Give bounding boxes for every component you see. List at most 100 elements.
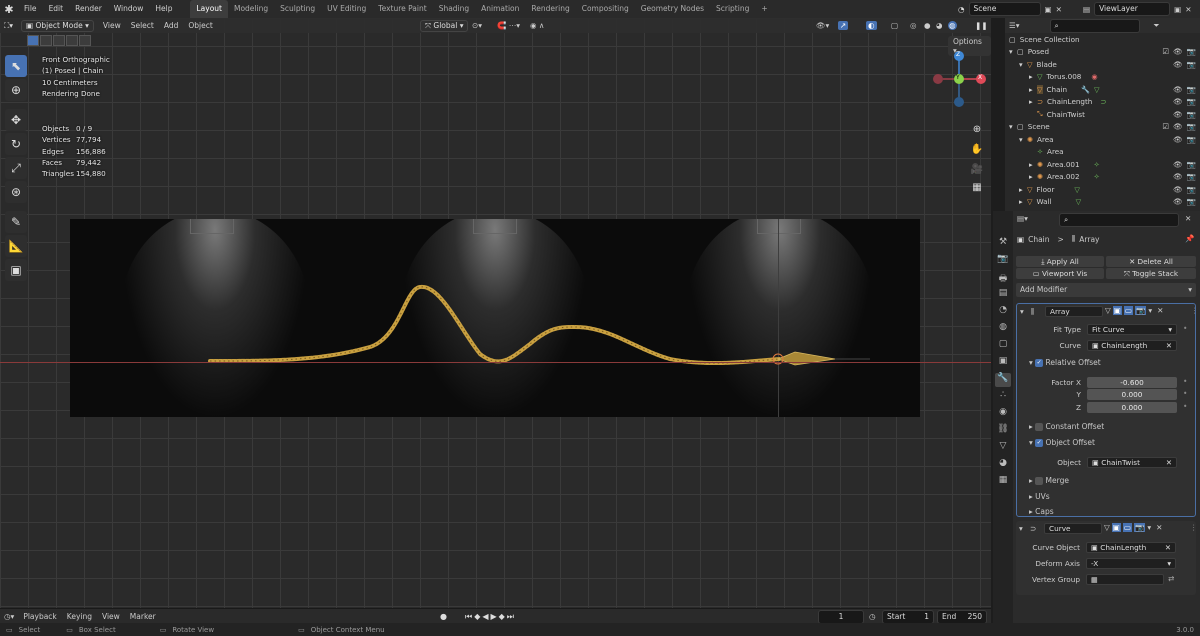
workspace-tab-animation[interactable]: Animation — [475, 0, 525, 18]
eye-icon[interactable]: 👁 — [1173, 160, 1183, 169]
menu-file[interactable]: File — [18, 0, 43, 18]
outliner-row-area001[interactable]: ▸ ✺ Area.001 ✧ 👁 📷 — [1005, 158, 1200, 171]
menu-timeline-view[interactable]: View — [97, 612, 125, 621]
viewport-vis-button[interactable]: ▭ Viewport Vis — [1016, 268, 1104, 279]
outliner-editor-icon[interactable]: ☰▾ — [1009, 21, 1020, 30]
factor-x-field[interactable]: -0.600 — [1087, 377, 1177, 388]
solid-shading-icon[interactable]: ● — [924, 21, 931, 30]
annotate-tool-icon[interactable]: ✎ — [5, 211, 27, 233]
deform-axis-dropdown[interactable]: -X ▾ — [1086, 558, 1176, 569]
camera-icon[interactable]: 📷 — [1187, 185, 1196, 194]
workspace-tab-uv-editing[interactable]: UV Editing — [321, 0, 372, 18]
view-layer-properties-icon[interactable]: ▤ — [995, 288, 1011, 302]
data-properties-icon[interactable]: ▽ — [995, 441, 1011, 455]
expand-arrow-icon[interactable]: ▸ — [1029, 85, 1037, 94]
cage-toggle-icon[interactable]: ▣ — [1112, 306, 1122, 315]
keyframe-dot-icon[interactable]: • — [1183, 389, 1187, 398]
start-frame-field[interactable]: Start 1 — [882, 609, 934, 624]
viewport-toggle-icon[interactable]: ▭ — [1123, 306, 1133, 315]
select-subtract-icon[interactable] — [53, 35, 65, 46]
material-properties-icon[interactable]: ◕ — [995, 458, 1011, 472]
add-modifier-button[interactable]: Add Modifier ▾ — [1016, 283, 1196, 297]
relative-offset-checkbox[interactable]: ✓ — [1035, 359, 1044, 367]
camera-icon[interactable]: 📷 — [1187, 60, 1196, 69]
camera-icon[interactable]: 📷 — [1187, 135, 1196, 144]
overlay-toggle-icon[interactable]: ◐ — [866, 21, 877, 30]
collapse-arrow-icon[interactable]: ▾ — [1019, 60, 1027, 69]
properties-search-input[interactable]: ⌕ — [1059, 213, 1179, 227]
keyframe-dot-icon[interactable]: • — [1183, 324, 1187, 333]
menu-marker[interactable]: Marker — [125, 612, 161, 621]
pause-render-icon[interactable]: ❚❚ — [975, 21, 988, 30]
drag-handle-icon[interactable]: ⋮ — [1190, 523, 1198, 532]
remove-modifier-icon[interactable]: ✕ — [1157, 306, 1163, 315]
menu-help[interactable]: Help — [149, 0, 178, 18]
add-workspace-button[interactable]: + — [755, 0, 773, 18]
fit-type-dropdown[interactable]: Fit Curve ▾ — [1087, 324, 1177, 335]
menu-view[interactable]: View — [98, 21, 126, 30]
gizmo-neg-z-axis[interactable] — [954, 97, 964, 107]
pan-hand-icon[interactable]: ✋ — [970, 144, 984, 158]
pin-icon[interactable]: 📌 — [1185, 234, 1194, 243]
modifier-properties-icon[interactable]: 🔧 — [995, 373, 1011, 387]
merge-checkbox[interactable] — [1035, 477, 1044, 485]
timer-icon[interactable]: ◷ — [869, 612, 876, 621]
object-offset-checkbox[interactable]: ✓ — [1035, 439, 1044, 447]
wireframe-shading-icon[interactable]: ◎ — [910, 21, 917, 30]
material-shading-icon[interactable]: ◕ — [936, 21, 943, 30]
eye-icon[interactable]: 👁 — [1173, 172, 1183, 181]
pivot-icon[interactable]: ⊙▾ — [472, 21, 482, 30]
timeline-editor-icon[interactable]: ◷▾ — [0, 612, 18, 621]
collapse-arrow-icon[interactable]: ▾ — [1020, 307, 1024, 316]
collapse-arrow-icon[interactable]: ▾ — [1009, 122, 1017, 131]
menu-playback[interactable]: Playback — [18, 612, 61, 621]
outliner-row-wall[interactable]: ▸ ▽ Wall ▽ 👁 📷 — [1005, 196, 1200, 209]
editor-type-icon[interactable]: ⛶▾ — [0, 21, 17, 31]
outliner-search-input[interactable]: ⌕ — [1049, 18, 1140, 33]
vertex-group-field[interactable]: ▦ — [1086, 574, 1164, 585]
edit-mode-toggle-icon[interactable]: ▽ — [1104, 523, 1110, 532]
edit-mode-toggle-icon[interactable]: ▽ — [1105, 306, 1111, 315]
eye-icon[interactable]: 👁 — [1173, 197, 1183, 206]
expand-arrow-icon[interactable]: ▸ — [1019, 197, 1027, 206]
workspace-tab-rendering[interactable]: Rendering — [525, 0, 575, 18]
select-box-tool-icon[interactable]: ⬉ — [5, 55, 27, 77]
scene-selector[interactable]: ◔ Scene ▣ ✕ — [958, 2, 1062, 16]
expand-arrow-icon[interactable]: ▸ — [1029, 97, 1037, 106]
menu-edit[interactable]: Edit — [43, 0, 70, 18]
scene-field[interactable]: Scene — [968, 2, 1041, 16]
workspace-tab-layout[interactable]: Layout — [190, 0, 228, 18]
eye-icon[interactable]: 👁 — [1173, 122, 1183, 131]
delete-scene-icon[interactable]: ✕ — [1056, 5, 1062, 14]
eye-icon[interactable]: 👁 — [1173, 60, 1183, 69]
collapse-arrow-icon[interactable]: ▾ — [1029, 358, 1033, 367]
xray-icon[interactable]: ▢ — [891, 21, 898, 30]
relative-offset-header[interactable]: ▾ ✓ Relative Offset — [1029, 358, 1101, 367]
camera-icon[interactable]: 📷 — [1187, 110, 1196, 119]
outliner-row-chain[interactable]: ▸ ▽ Chain 🔧 ▽ 👁 📷 — [1005, 83, 1200, 96]
playback-controls-icon[interactable]: ⏮◆◀▶◆⏭ — [465, 612, 516, 622]
workspace-tab-compositing[interactable]: Compositing — [576, 0, 635, 18]
record-icon[interactable]: ● — [440, 612, 447, 621]
eye-icon[interactable]: 👁 — [1173, 185, 1183, 194]
eye-icon[interactable]: 👁 — [1173, 135, 1183, 144]
camera-icon[interactable]: 📷 — [1187, 97, 1196, 106]
object-properties-icon[interactable]: ▣ — [995, 356, 1011, 370]
delete-viewlayer-icon[interactable]: ✕ — [1185, 5, 1191, 14]
gizmo-neg-x-axis[interactable] — [933, 74, 943, 84]
select-intersect-icon[interactable] — [79, 35, 91, 46]
keyframe-dot-icon[interactable]: • — [1183, 377, 1187, 386]
world-properties-icon[interactable]: ◍ — [995, 322, 1011, 336]
workspace-tab-texture-paint[interactable]: Texture Paint — [372, 0, 432, 18]
drag-handle-icon[interactable]: ⋮ — [1191, 306, 1199, 315]
curve-field[interactable]: ▣ ChainLength ✕ — [1087, 340, 1177, 351]
new-scene-icon[interactable]: ▣ — [1045, 5, 1052, 14]
workspace-tab-shading[interactable]: Shading — [433, 0, 475, 18]
camera-view-icon[interactable]: 🎥 — [970, 164, 984, 178]
workspace-tab-geometry-nodes[interactable]: Geometry Nodes — [635, 0, 710, 18]
toggle-stack-button[interactable]: ⤧ Toggle Stack — [1106, 268, 1196, 279]
cage-toggle-icon[interactable]: ▣ — [1111, 523, 1121, 532]
eye-icon[interactable]: 👁 — [1173, 47, 1183, 56]
expand-arrow-icon[interactable]: ▸ — [1029, 507, 1033, 516]
keyframe-dot-icon[interactable]: • — [1183, 402, 1187, 411]
